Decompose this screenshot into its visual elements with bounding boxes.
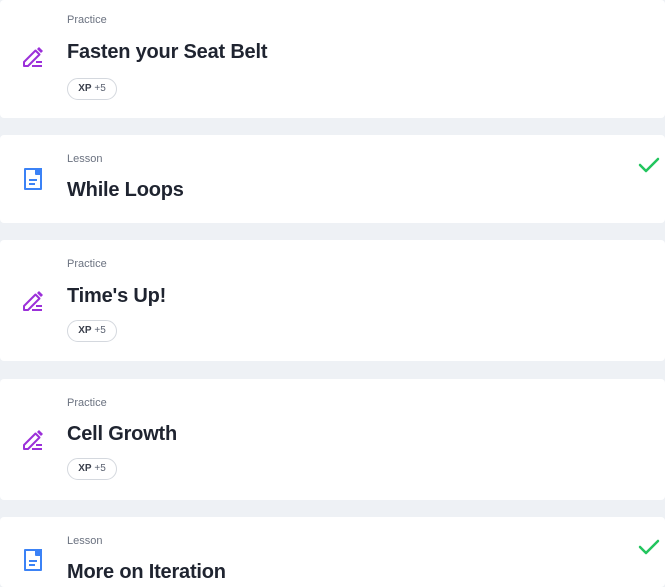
list-item[interactable]: Practice Cell Growth XP +5 xyxy=(0,379,665,500)
xp-badge-label: XP xyxy=(78,325,92,336)
xp-badge-value: +5 xyxy=(94,463,106,474)
item-type-label: Practice xyxy=(67,397,107,409)
xp-badge-label: XP xyxy=(78,83,92,94)
item-title: Cell Growth xyxy=(67,423,178,445)
xp-badge-label: XP xyxy=(78,463,92,474)
item-type-label: Lesson xyxy=(67,153,103,165)
xp-badge: XP +5 xyxy=(67,78,117,100)
check-icon xyxy=(638,539,660,555)
pencil-icon xyxy=(23,291,43,311)
list-item[interactable]: Lesson More on Iteration xyxy=(0,517,665,587)
item-title: Fasten your Seat Belt xyxy=(67,41,268,63)
item-type-label: Practice xyxy=(67,14,107,26)
document-icon xyxy=(24,549,42,571)
list-item[interactable]: Practice Fasten your Seat Belt XP +5 xyxy=(0,0,665,118)
xp-badge: XP +5 xyxy=(67,458,117,480)
document-icon xyxy=(24,168,42,190)
item-type-label: Lesson xyxy=(67,535,103,547)
list-item[interactable]: Practice Time's Up! XP +5 xyxy=(0,240,665,361)
pencil-icon xyxy=(23,47,43,67)
item-title: Time's Up! xyxy=(67,285,167,307)
xp-badge-value: +5 xyxy=(94,325,106,336)
pencil-icon xyxy=(23,430,43,450)
item-title: More on Iteration xyxy=(67,561,226,583)
list-item[interactable]: Lesson While Loops xyxy=(0,135,665,223)
check-icon xyxy=(638,157,660,173)
xp-badge-value: +5 xyxy=(94,83,106,94)
item-type-label: Practice xyxy=(67,258,107,270)
xp-badge: XP +5 xyxy=(67,320,117,342)
item-title: While Loops xyxy=(67,179,184,201)
